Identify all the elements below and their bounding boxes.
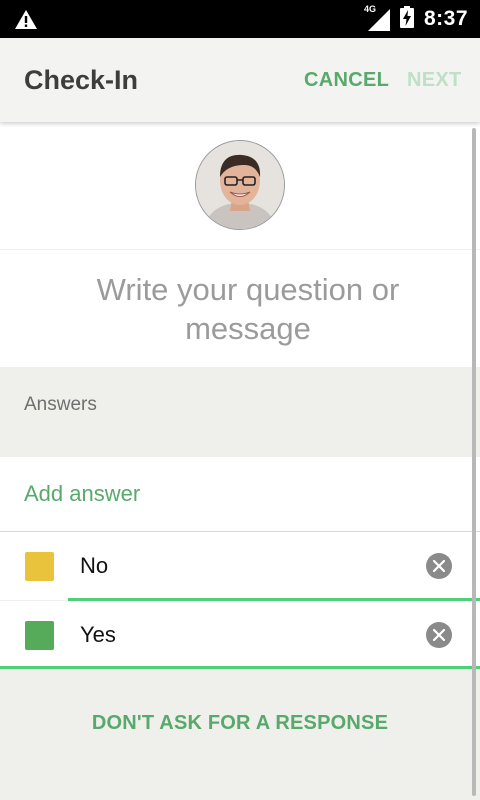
status-bar: 4G 8:37 bbox=[0, 0, 480, 38]
avatar-section bbox=[0, 122, 480, 249]
answer-input[interactable]: Yes bbox=[80, 622, 116, 648]
answer-row: Yes bbox=[0, 601, 480, 669]
question-section: Write your question or message bbox=[0, 249, 480, 368]
add-answer-button[interactable]: Add answer bbox=[24, 481, 140, 507]
scrollbar[interactable] bbox=[472, 128, 476, 796]
add-answer-row: Add answer bbox=[0, 457, 480, 532]
avatar[interactable] bbox=[195, 140, 285, 230]
clear-icon[interactable] bbox=[426, 622, 452, 648]
question-input[interactable]: Write your question or message bbox=[40, 270, 456, 348]
answer-color-swatch[interactable] bbox=[25, 621, 54, 650]
answer-input[interactable]: No bbox=[80, 553, 108, 579]
answers-header: Answers bbox=[0, 367, 480, 457]
warning-icon bbox=[14, 9, 38, 35]
page-title: Check-In bbox=[24, 65, 139, 95]
app-bar: Check-In CANCEL NEXT bbox=[0, 38, 480, 122]
check-in-form: Write your question or message Answers A… bbox=[0, 122, 480, 800]
answer-row: No bbox=[0, 532, 480, 601]
answers-label: Answers bbox=[24, 394, 97, 415]
cancel-button[interactable]: CANCEL bbox=[304, 69, 389, 92]
battery-charging-icon bbox=[399, 5, 414, 33]
dont-ask-for-response-button[interactable]: DON'T ASK FOR A RESPONSE bbox=[0, 712, 480, 735]
signal-icon: 4G bbox=[364, 4, 390, 31]
answer-color-swatch[interactable] bbox=[25, 552, 54, 581]
clear-icon[interactable] bbox=[426, 553, 452, 579]
answer-input-underline bbox=[0, 666, 480, 669]
status-time: 8:37 bbox=[423, 7, 468, 30]
next-button[interactable]: NEXT bbox=[407, 69, 462, 92]
